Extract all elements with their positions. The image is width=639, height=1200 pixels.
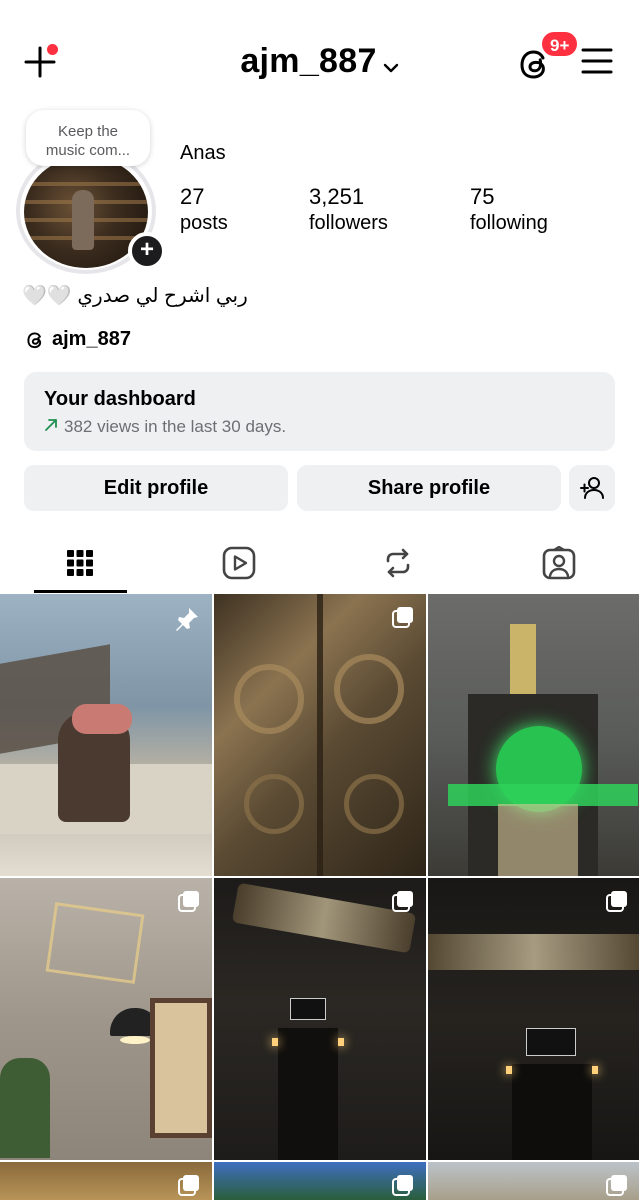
post-clock-tower[interactable]: [428, 594, 639, 876]
post-valley-storefront-1[interactable]: [214, 878, 426, 1160]
pin-icon: [174, 606, 200, 637]
stat-label: followers: [309, 212, 388, 234]
bio-text: 🤍🤍 ربي اشرح لي صدري: [22, 285, 248, 307]
tab-reposts[interactable]: [318, 532, 477, 594]
tab-tagged[interactable]: [479, 532, 638, 594]
menu-button[interactable]: [580, 46, 614, 76]
username-title: ajm_887: [240, 42, 377, 80]
stat-value: 27: [180, 184, 205, 209]
note-text: Keep the music com...: [45, 123, 131, 159]
stat-value: 3,251: [309, 184, 365, 209]
carousel-icon: [606, 1174, 628, 1200]
carousel-icon: [178, 890, 200, 917]
tab-reels[interactable]: [159, 532, 318, 594]
dashboard-card[interactable]: Your dashboard 382 views in the last 30 …: [24, 372, 615, 451]
stat-label: following: [470, 212, 548, 234]
reels-icon: [222, 546, 255, 580]
add-story-button[interactable]: +: [128, 232, 166, 270]
note-bubble[interactable]: Keep the music com...: [26, 110, 150, 166]
carousel-icon: [392, 1174, 414, 1200]
post-bottom-3[interactable]: [428, 1162, 639, 1200]
carousel-icon: [392, 890, 414, 917]
dashboard-subtitle: 382 views in the last 30 days.: [64, 417, 287, 436]
grid-icon: [66, 550, 93, 576]
bio: 🤍🤍 ربي اشرح لي صدري: [22, 283, 248, 308]
active-tab-indicator: [34, 590, 127, 593]
post-man-praying-boat[interactable]: [0, 594, 212, 876]
profile-tabs: [0, 532, 639, 594]
hamburger-menu-icon: [581, 48, 613, 74]
posts-grid: [0, 594, 639, 1200]
dashboard-title: Your dashboard: [44, 388, 196, 410]
carousel-icon: [606, 890, 628, 917]
carousel-icon: [178, 1174, 200, 1200]
reposts-icon: [386, 548, 409, 578]
following-count[interactable]: 75 following: [470, 184, 548, 235]
tagged-icon: [542, 546, 575, 580]
top-bar: ajm_887 9+: [0, 0, 639, 110]
stat-value: 75: [470, 184, 495, 209]
carousel-icon: [392, 606, 414, 633]
edit-profile-button[interactable]: Edit profile: [24, 465, 288, 511]
post-caffeine-cafe[interactable]: [0, 878, 212, 1160]
share-profile-button[interactable]: Share profile: [297, 465, 561, 511]
dashboard-subtitle-row: 382 views in the last 30 days.: [44, 417, 595, 437]
notification-badge: 9+: [540, 30, 580, 58]
post-bottom-1[interactable]: [0, 1162, 212, 1200]
post-valley-storefront-2[interactable]: [428, 878, 639, 1160]
post-kaaba-door[interactable]: [214, 594, 426, 876]
stat-label: posts: [180, 212, 228, 234]
trend-up-icon: [44, 417, 58, 437]
posts-count[interactable]: 27 posts: [180, 184, 228, 235]
chevron-down-icon: [383, 44, 399, 83]
tab-grid[interactable]: [0, 532, 159, 594]
add-person-icon: [580, 477, 604, 499]
discover-people-button[interactable]: [569, 465, 615, 511]
display-name: Anas: [180, 142, 226, 164]
post-bottom-2[interactable]: [214, 1162, 426, 1200]
threads-profile-link[interactable]: ajm_887: [24, 328, 131, 351]
threads-icon: [27, 331, 42, 348]
followers-count[interactable]: 3,251 followers: [309, 184, 388, 235]
profile-avatar[interactable]: +: [16, 148, 166, 276]
threads-handle: ajm_887: [52, 328, 131, 350]
